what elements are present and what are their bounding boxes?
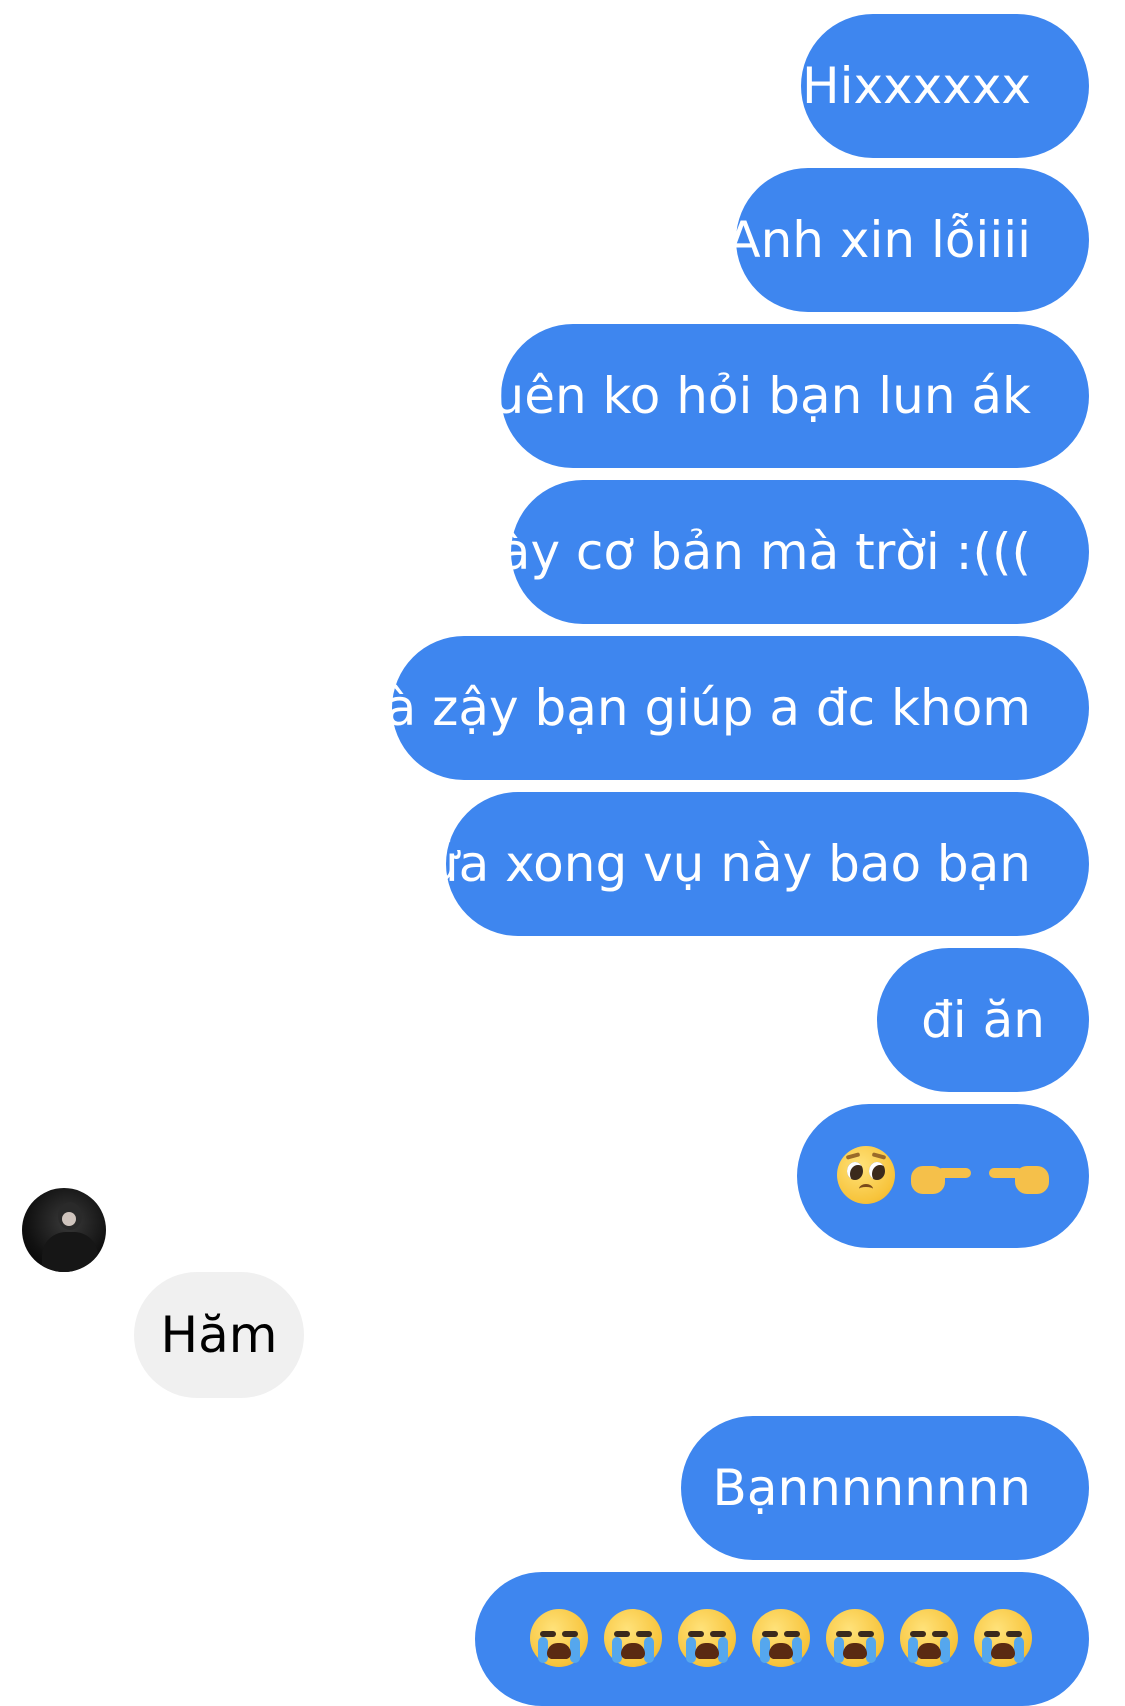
message-text: này cơ bản mà trời :((( (468, 523, 1031, 581)
emoji-row (530, 1609, 1034, 1669)
pleading-face-icon (837, 1146, 897, 1206)
loudly-crying-face-icon (604, 1609, 664, 1669)
loudly-crying-face-icon (826, 1609, 886, 1669)
outgoing-emoji-message[interactable] (797, 1104, 1089, 1248)
outgoing-emoji-message[interactable] (475, 1572, 1089, 1706)
message-text: đi ăn (921, 991, 1045, 1049)
outgoing-message[interactable]: Bạnnnnnnnn (681, 1416, 1089, 1560)
outgoing-message[interactable]: Hixxxxxx (801, 14, 1089, 158)
message-text: Bạnnnnnnnn (712, 1459, 1031, 1517)
outgoing-message[interactable]: quên ko hỏi bạn lun ák (461, 324, 1089, 468)
left-pointing-hand-icon (987, 1156, 1049, 1196)
message-text: Anh xin lỗiiii (726, 211, 1031, 269)
chat-thread: Hixxxxxx Anh xin lỗiiii quên ko hỏi bạn … (0, 0, 1125, 1706)
loudly-crying-face-icon (530, 1609, 590, 1669)
message-text: Hăm (160, 1306, 278, 1364)
message-text: mà zậy bạn giúp a đc khom (336, 679, 1031, 737)
contact-avatar[interactable] (22, 1188, 106, 1272)
message-text: Hixxxxxx (801, 57, 1031, 115)
loudly-crying-face-icon (974, 1609, 1034, 1669)
outgoing-message[interactable]: mà zậy bạn giúp a đc khom (337, 636, 1089, 780)
message-text: quên ko hỏi bạn lun ák (460, 367, 1031, 425)
outgoing-message[interactable]: Anh xin lỗiiii (726, 168, 1089, 312)
loudly-crying-face-icon (752, 1609, 812, 1669)
emoji-row (837, 1146, 1049, 1206)
outgoing-message[interactable]: này cơ bản mà trời :((( (468, 480, 1089, 624)
loudly-crying-face-icon (678, 1609, 738, 1669)
message-text: hứa xong vụ này bao bạn (395, 835, 1031, 893)
outgoing-message[interactable]: đi ăn (877, 948, 1089, 1092)
outgoing-message[interactable]: hứa xong vụ này bao bạn (395, 792, 1089, 936)
right-pointing-hand-icon (911, 1156, 973, 1196)
loudly-crying-face-icon (900, 1609, 960, 1669)
incoming-message[interactable]: Hăm (134, 1272, 304, 1398)
